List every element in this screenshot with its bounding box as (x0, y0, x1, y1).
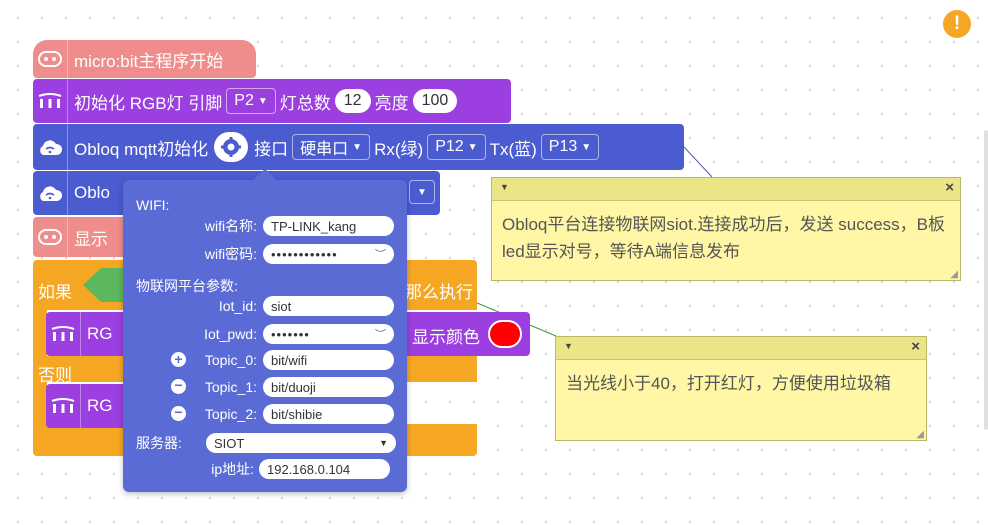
topic1-input[interactable]: bit/duoji (263, 377, 394, 397)
resize-handle-icon[interactable]: ◢ (950, 269, 958, 280)
topic0-input[interactable]: bit/wifi (263, 350, 394, 370)
topic0-label: Topic_0: (204, 352, 257, 368)
start-block[interactable]: micro:bit主程序开始 (33, 40, 256, 78)
comment-header[interactable]: ▼ × (492, 178, 960, 201)
wifi-section-title: WIFI: (136, 197, 170, 213)
color-swatch[interactable] (488, 320, 522, 348)
microbit-icon (33, 40, 68, 78)
settings-gear-button[interactable] (214, 132, 249, 162)
remove-topic-icon[interactable]: − (171, 405, 186, 421)
add-topic-icon[interactable]: + (171, 352, 186, 367)
show-color-label: 显示颜色 (412, 328, 480, 347)
gear-icon (221, 137, 242, 157)
resize-handle-icon[interactable]: ◢ (916, 429, 924, 440)
chevron-down-icon: ▼ (581, 141, 592, 153)
if-label: 如果 (38, 283, 72, 302)
rx-dropdown[interactable]: P12 ▼ (427, 134, 486, 160)
brightness-input[interactable]: 100 (412, 89, 458, 113)
server-select[interactable]: SIOT ▼ (206, 433, 396, 453)
warning-icon[interactable]: ! (943, 10, 971, 38)
chevron-down-icon: ▼ (352, 141, 363, 153)
comment-text[interactable]: 当光线小于40，打开红灯，方便使用垃圾箱 (556, 360, 926, 407)
topic2-input[interactable]: bit/shibie (263, 404, 394, 424)
port-value: 硬串口 (300, 141, 349, 158)
wifi-name-input[interactable]: TP-LINK_kang (263, 216, 394, 236)
tx-dropdown[interactable]: P13 ▼ (540, 134, 600, 160)
comment-text[interactable]: Obloq平台连接物联网siot.连接成功后，发送 success，B板led显… (492, 201, 960, 275)
obloq-settings-popup[interactable]: WIFI: wifi名称: TP-LINK_kang wifi密码: •••••… (123, 168, 407, 492)
cloud-wifi-icon (33, 171, 68, 215)
topic2-label: Topic_2: (204, 406, 257, 422)
port-label: 接口 (254, 139, 289, 159)
eye-closed-icon[interactable]: ︶ (375, 246, 386, 262)
iot-id-input[interactable]: siot (263, 296, 394, 316)
collapse-triangle-icon[interactable]: ▼ (564, 341, 573, 351)
led-strip-icon (46, 384, 81, 428)
led-strip-icon (46, 312, 81, 356)
count-label: 灯总数 (279, 93, 331, 113)
tx-label: Tx(蓝) (489, 139, 537, 159)
wifi-pwd-label: wifi密码: (204, 246, 257, 262)
rgb-init-label: 初始化 RGB灯 引脚 (74, 93, 223, 113)
rgb-inner2-label: RG (87, 396, 113, 415)
led-strip-icon (33, 79, 68, 123)
rx-label: Rx(绿) (374, 139, 424, 159)
chevron-down-icon: ▼ (417, 186, 427, 198)
start-label: micro:bit主程序开始 (74, 51, 224, 71)
then-label: 那么执行 (405, 283, 473, 302)
show-label: 显示 (74, 229, 108, 249)
chevron-down-icon: ▼ (467, 141, 478, 153)
comment-note-2[interactable]: ▼ × 当光线小于40，打开红灯，方便使用垃圾箱 ◢ (555, 336, 927, 441)
eye-closed-icon[interactable]: ︶ (375, 326, 386, 342)
iot-id-label: Iot_id: (218, 298, 257, 314)
collapse-triangle-icon[interactable]: ▼ (500, 182, 509, 192)
comment-header[interactable]: ▼ × (556, 337, 926, 360)
obloq-send-label: Oblo (74, 183, 110, 202)
server-label: 服务器: (136, 435, 182, 451)
comment-note-1[interactable]: ▼ × Obloq平台连接物联网siot.连接成功后，发送 success，B板… (491, 177, 961, 281)
remove-topic-icon[interactable]: − (171, 378, 186, 394)
rx-value: P12 (435, 138, 464, 155)
iot-pwd-input[interactable]: ••••••• ︶ (263, 324, 394, 344)
pin-dropdown[interactable]: P2 ▼ (226, 88, 276, 114)
vertical-scrollbar[interactable] (984, 130, 988, 430)
obloq-init-label: Obloq mqtt初始化 (74, 139, 209, 159)
microbit-icon (33, 217, 68, 257)
brightness-label: 亮度 (374, 93, 409, 113)
else-label: 否则 (38, 366, 72, 385)
iot-section-title: 物联网平台参数: (136, 278, 238, 294)
obloq-init-block[interactable]: Obloq mqtt初始化 接口 硬串口 ▼ Rx(绿) P12 ▼ Tx(蓝)… (33, 124, 684, 170)
close-icon[interactable]: × (945, 179, 954, 196)
ip-label: ip地址: (211, 461, 254, 477)
close-icon[interactable]: × (911, 338, 920, 355)
rgb-inner1-label: RG (87, 324, 113, 343)
count-input[interactable]: 12 (334, 89, 371, 113)
rgb-init-block[interactable]: 初始化 RGB灯 引脚 P2 ▼ 灯总数 12 亮度 100 (33, 79, 511, 123)
pin-value: P2 (234, 92, 254, 109)
ip-input[interactable]: 192.168.0.104 (259, 459, 390, 479)
chevron-down-icon: ▼ (379, 438, 388, 448)
iot-pwd-label: Iot_pwd: (204, 326, 257, 342)
wifi-name-label: wifi名称: (204, 218, 257, 234)
topic1-label: Topic_1: (204, 379, 257, 395)
port-dropdown[interactable]: 硬串口 ▼ (292, 134, 371, 160)
chevron-down-icon: ▼ (257, 95, 268, 107)
send-dropdown[interactable]: ▼ (409, 180, 435, 204)
cloud-wifi-icon (33, 124, 68, 170)
tx-value: P13 (548, 138, 578, 155)
wifi-pwd-input[interactable]: •••••••••••• ︶ (263, 244, 394, 264)
